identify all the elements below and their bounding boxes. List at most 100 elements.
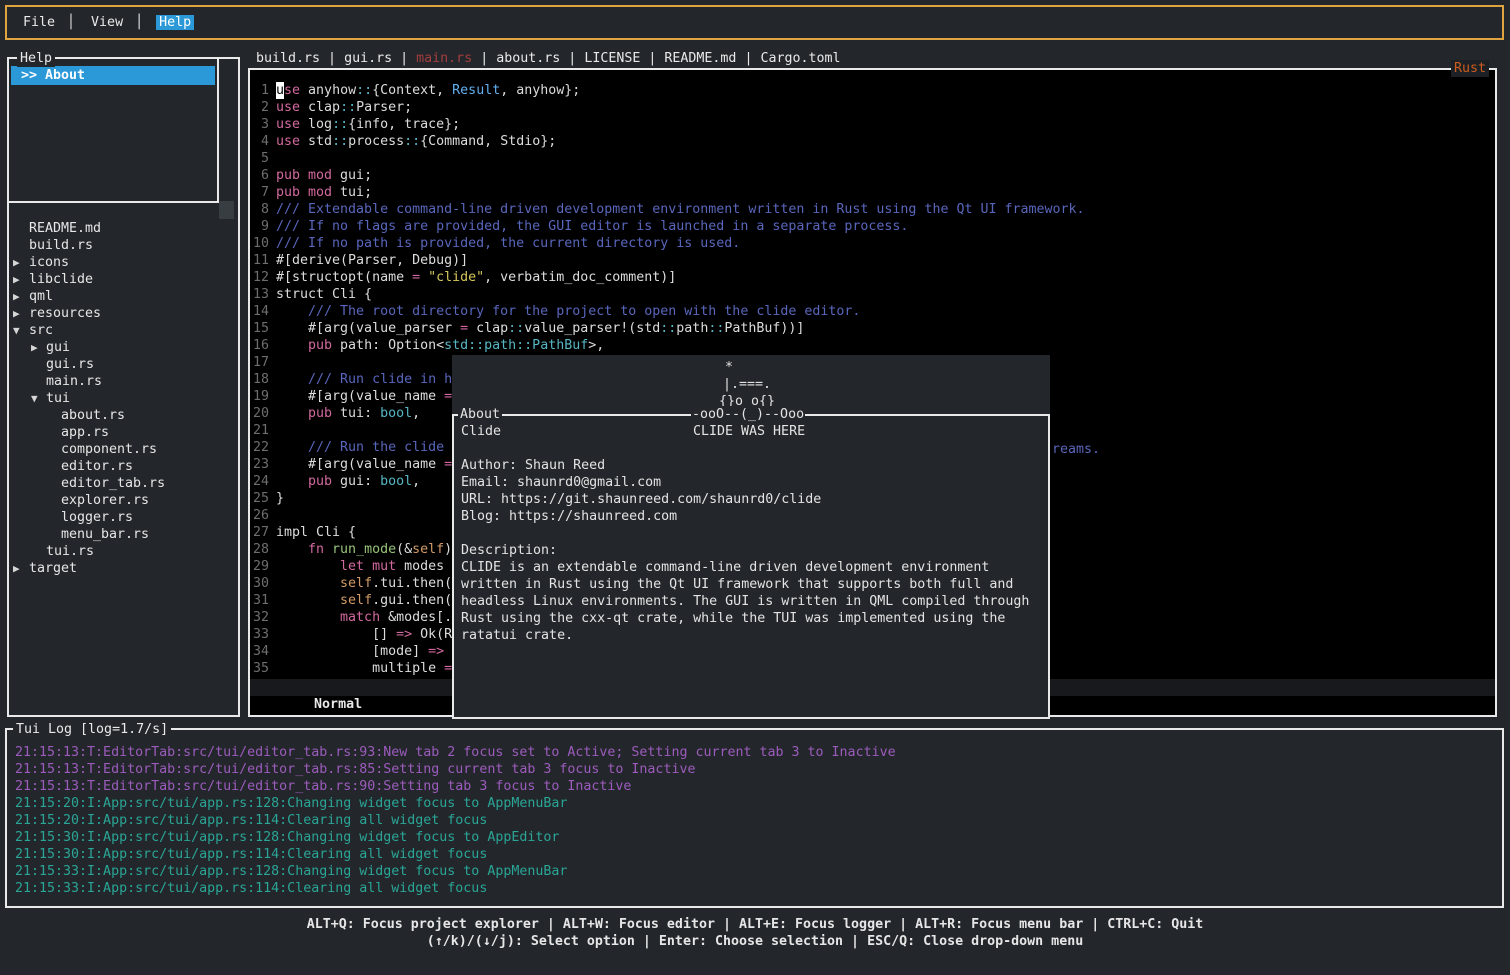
tree-item-about-rs[interactable]: about.rs bbox=[9, 407, 236, 424]
code-token: , anyhow}; bbox=[500, 82, 580, 99]
code-line-3[interactable]: 3use log::{info, trace}; bbox=[250, 116, 1495, 133]
code-line-9[interactable]: 9/// If no flags are provided, the GUI e… bbox=[250, 218, 1495, 235]
code-token: pub mod bbox=[276, 167, 340, 184]
code-token: {info, trace}; bbox=[348, 116, 460, 133]
about-description-line: ratatui crate. bbox=[461, 627, 573, 644]
menu-item-file[interactable]: File bbox=[20, 15, 58, 30]
tab-separator: | bbox=[560, 51, 584, 66]
tab-Cargo-toml[interactable]: Cargo.toml bbox=[760, 51, 840, 66]
code-token: Result bbox=[452, 82, 500, 99]
tree-item-build-rs[interactable]: build.rs bbox=[9, 237, 236, 254]
tree-item-main-rs[interactable]: main.rs bbox=[9, 373, 236, 390]
code-token: multiple bbox=[276, 660, 444, 677]
code-token: match bbox=[276, 609, 388, 626]
tree-item-tui[interactable]: ▼tui bbox=[9, 390, 236, 407]
code-token: self bbox=[412, 541, 444, 558]
tab-gui-rs[interactable]: gui.rs bbox=[344, 51, 392, 66]
code-token: :: bbox=[332, 116, 348, 133]
code-line-1[interactable]: 1use anyhow::{Context, Result, anyhow}; bbox=[250, 82, 1495, 99]
code-token: use bbox=[276, 133, 308, 150]
tree-item-label: tui.rs bbox=[46, 544, 94, 559]
tree-item-gui[interactable]: ▶gui bbox=[9, 339, 236, 356]
tree-item-menu_bar-rs[interactable]: menu_bar.rs bbox=[9, 526, 236, 543]
line-number: 29 bbox=[250, 558, 269, 575]
tab-LICENSE[interactable]: LICENSE bbox=[584, 51, 640, 66]
code-line-11[interactable]: 11#[derive(Parser, Debug)] bbox=[250, 252, 1495, 269]
code-line-5[interactable]: 5 bbox=[250, 150, 1495, 167]
code-token: = bbox=[460, 320, 476, 337]
line-number: 1 bbox=[250, 82, 269, 99]
line-number: 33 bbox=[250, 626, 269, 643]
vim-mode-indicator: Normal bbox=[314, 697, 362, 712]
code-token: , bbox=[412, 473, 420, 490]
tab-README-md[interactable]: README.md bbox=[664, 51, 736, 66]
code-token bbox=[276, 592, 340, 609]
line-number: 22 bbox=[250, 439, 269, 456]
tab-separator: | bbox=[392, 51, 416, 66]
code-token: log bbox=[308, 116, 332, 133]
tree-item-qml[interactable]: ▶qml bbox=[9, 288, 236, 305]
about-field: Blog: https://shaunreed.com bbox=[461, 508, 677, 525]
keybinding-hint-line-2: (↑/k)/(↓/j): Select option | Enter: Choo… bbox=[0, 933, 1510, 950]
about-banner: CLIDE WAS HERE bbox=[693, 423, 805, 440]
code-token: value_parser!(std bbox=[524, 320, 660, 337]
ascii-art-line: -ooO--(_)--Ooo bbox=[691, 406, 805, 423]
clide-tui-app: File│View│Help README.mdbuild.rs▶icons▶l… bbox=[0, 0, 1510, 975]
tree-item-editor_tab-rs[interactable]: editor_tab.rs bbox=[9, 475, 236, 492]
tree-item-README-md[interactable]: README.md bbox=[9, 220, 236, 237]
code-token: bool bbox=[380, 473, 412, 490]
tab-build-rs[interactable]: build.rs bbox=[256, 51, 320, 66]
log-line: 21:15:30:I:App:src/tui/app.rs:114:Cleari… bbox=[15, 846, 487, 863]
about-description-label: Description: bbox=[461, 542, 557, 559]
line-number: 35 bbox=[250, 660, 269, 677]
tree-item-libclide[interactable]: ▶libclide bbox=[9, 271, 236, 288]
menu-item-view[interactable]: View bbox=[88, 15, 126, 30]
tree-item-src[interactable]: ▼src bbox=[9, 322, 236, 339]
line-number: 31 bbox=[250, 592, 269, 609]
dropdown-option-about[interactable]: >> About bbox=[11, 66, 215, 85]
tree-item-editor-rs[interactable]: editor.rs bbox=[9, 458, 236, 475]
code-token: pub mod bbox=[276, 184, 340, 201]
line-number: 21 bbox=[250, 422, 269, 439]
tree-item-logger-rs[interactable]: logger.rs bbox=[9, 509, 236, 526]
line-number: 16 bbox=[250, 337, 269, 354]
tab-main-rs[interactable]: main.rs bbox=[416, 51, 472, 66]
log-panel-title: Tui Log [log=1.7/s] bbox=[13, 721, 171, 738]
code-token: clap bbox=[476, 320, 508, 337]
line-number: 25 bbox=[250, 490, 269, 507]
code-line-10[interactable]: 10/// If no path is provided, the curren… bbox=[250, 235, 1495, 252]
tree-item-target[interactable]: ▶target bbox=[9, 560, 236, 577]
tree-item-gui-rs[interactable]: gui.rs bbox=[9, 356, 236, 373]
about-description-line: Rust using the cxx-qt crate, while the T… bbox=[461, 610, 1005, 627]
tab-about-rs[interactable]: about.rs bbox=[496, 51, 560, 66]
code-line-4[interactable]: 4use std::process::{Command, Stdio}; bbox=[250, 133, 1495, 150]
code-line-14[interactable]: 14 /// The root directory for the projec… bbox=[250, 303, 1495, 320]
code-line-7[interactable]: 7pub mod tui; bbox=[250, 184, 1495, 201]
tree-item-resources[interactable]: ▶resources bbox=[9, 305, 236, 322]
code-line-13[interactable]: 13struct Cli { bbox=[250, 286, 1495, 303]
line-number: 34 bbox=[250, 643, 269, 660]
code-line-16[interactable]: 16 pub path: Option<std::path::PathBuf>, bbox=[250, 337, 1495, 354]
log-line: 21:15:20:I:App:src/tui/app.rs:128:Changi… bbox=[15, 795, 567, 812]
code-token: tui; bbox=[340, 184, 372, 201]
line-number: 13 bbox=[250, 286, 269, 303]
code-line-8[interactable]: 8/// Extendable command-line driven deve… bbox=[250, 201, 1495, 218]
code-line-15[interactable]: 15 #[arg(value_parser = clap::value_pars… bbox=[250, 320, 1495, 337]
tree-item-icons[interactable]: ▶icons bbox=[9, 254, 236, 271]
tree-item-app-rs[interactable]: app.rs bbox=[9, 424, 236, 441]
code-line-6[interactable]: 6pub mod gui; bbox=[250, 167, 1495, 184]
code-line-12[interactable]: 12#[structopt(name = "clide", verbatim_d… bbox=[250, 269, 1495, 286]
tree-item-component-rs[interactable]: component.rs bbox=[9, 441, 236, 458]
tree-item-explorer-rs[interactable]: explorer.rs bbox=[9, 492, 236, 509]
help-dropdown-menu: Help >> About bbox=[7, 57, 219, 203]
code-token: pub bbox=[276, 405, 340, 422]
dropdown-scrollbar-thumb[interactable] bbox=[219, 201, 234, 219]
code-token: >, bbox=[588, 337, 604, 354]
code-token: use bbox=[276, 99, 308, 116]
tab-separator: | bbox=[320, 51, 344, 66]
code-token: :: bbox=[708, 320, 724, 337]
code-token: #[arg(value_name bbox=[276, 388, 444, 405]
menu-item-help[interactable]: Help bbox=[156, 15, 194, 30]
tree-item-tui-rs[interactable]: tui.rs bbox=[9, 543, 236, 560]
code-line-2[interactable]: 2use clap::Parser; bbox=[250, 99, 1495, 116]
